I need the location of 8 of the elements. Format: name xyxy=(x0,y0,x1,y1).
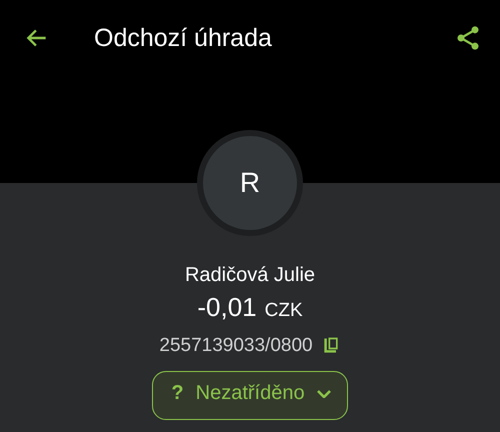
chevron-down-icon xyxy=(316,390,331,398)
avatar: R xyxy=(203,136,297,230)
payee-name: Radičová Julie xyxy=(184,264,316,287)
screen-title: Odchozí úhrada xyxy=(94,24,273,52)
account-number: 2557139033/0800 xyxy=(159,335,313,357)
amount-value: -0,01 xyxy=(197,292,257,323)
category-button[interactable]: ? Nezatříděno xyxy=(152,371,348,420)
currency: CZK xyxy=(264,300,303,322)
